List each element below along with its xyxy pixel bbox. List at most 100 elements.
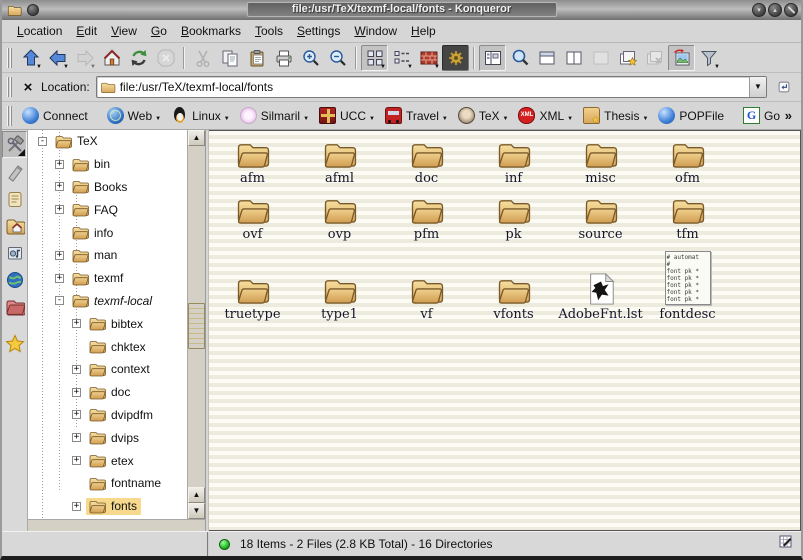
go-button[interactable] xyxy=(771,74,797,100)
tree-item[interactable]: info xyxy=(28,221,187,244)
clear-location-button[interactable]: × xyxy=(17,76,39,98)
scrollbar-track[interactable] xyxy=(188,146,205,487)
split-view-left-right-button[interactable] xyxy=(560,45,587,71)
maximize-button[interactable]: ▴ xyxy=(768,3,782,17)
icon-view-button[interactable]: ▼ xyxy=(361,45,388,71)
tree-expander[interactable]: - xyxy=(38,137,47,146)
sidebar-tab-root-folder[interactable] xyxy=(2,293,27,320)
file-item[interactable]: doc xyxy=(383,139,470,186)
file-item[interactable]: vf xyxy=(383,251,470,322)
tree-expander[interactable]: + xyxy=(72,365,81,374)
tree-item-body[interactable]: TeX xyxy=(52,133,102,150)
tree-item-body[interactable]: info xyxy=(69,224,117,241)
bookmark-item[interactable]: Travel ▼ xyxy=(385,107,448,124)
filter-button[interactable]: ▼ xyxy=(695,45,722,71)
tree-item-body[interactable]: dvips xyxy=(86,429,143,446)
bookmark-item[interactable]: XML ▼ xyxy=(518,107,573,124)
toolbar-grippy[interactable] xyxy=(7,48,14,68)
up-button[interactable]: ▼ xyxy=(17,45,44,71)
scroll-up-button[interactable]: ▲ xyxy=(188,130,205,146)
file-item[interactable]: ovp xyxy=(296,195,383,242)
tree-item-body[interactable]: dvipdfm xyxy=(86,406,157,423)
minimize-button[interactable]: ▾ xyxy=(752,3,766,17)
tree-item[interactable]: - texmf-local xyxy=(28,290,187,313)
bookmark-item[interactable]: Silmaril ▼ xyxy=(240,107,309,124)
menu-item[interactable]: Tools xyxy=(255,24,283,38)
bookmark-item[interactable]: Google ▼ xyxy=(743,107,780,124)
bookmark-item[interactable]: POPFile ▼ xyxy=(658,107,733,124)
sidebar-tab-services[interactable] xyxy=(2,239,27,266)
tree-item-body[interactable]: context xyxy=(86,361,154,378)
file-item[interactable]: inf xyxy=(470,139,557,186)
detail-view-button[interactable]: ▼ xyxy=(388,45,415,71)
file-item[interactable]: afm xyxy=(209,139,296,186)
tree-item[interactable]: + bibtex xyxy=(28,312,187,335)
tree-expander[interactable]: + xyxy=(72,433,81,442)
tree-item[interactable]: + dvipdfm xyxy=(28,404,187,427)
tree-expander[interactable]: - xyxy=(55,296,64,305)
tree-expander[interactable]: + xyxy=(72,388,81,397)
menu-item[interactable]: Help xyxy=(411,24,436,38)
tree-item[interactable]: + etex xyxy=(28,449,187,472)
tree-expander[interactable]: + xyxy=(55,182,64,191)
gear-view-button[interactable] xyxy=(442,45,469,71)
close-button[interactable] xyxy=(784,3,798,17)
location-dropdown-button[interactable]: ▼ xyxy=(749,77,766,97)
file-item[interactable]: pfm xyxy=(383,195,470,242)
cut-button[interactable] xyxy=(189,45,216,71)
tree-item[interactable]: chktex xyxy=(28,335,187,358)
file-item[interactable]: truetype xyxy=(209,251,296,322)
tree-expander[interactable]: + xyxy=(72,502,81,511)
paste-button[interactable] xyxy=(243,45,270,71)
home-button[interactable] xyxy=(98,45,125,71)
file-item[interactable]: ofm xyxy=(644,139,731,186)
toolbar-grippy[interactable] xyxy=(7,77,14,97)
new-tab-button[interactable] xyxy=(614,45,641,71)
sticky-button[interactable] xyxy=(27,4,39,16)
file-item[interactable]: type1 xyxy=(296,251,383,322)
sidebar-tab-eraser[interactable] xyxy=(2,158,27,185)
tree-item-body[interactable]: FAQ xyxy=(69,201,122,218)
bookmark-item[interactable]: Thesis ▼ xyxy=(583,107,648,124)
file-item[interactable]: afml xyxy=(296,139,383,186)
file-item[interactable]: pk xyxy=(470,195,557,242)
menu-item[interactable]: Location xyxy=(17,24,62,38)
titlebar[interactable]: file:/usr/TeX/texmf-local/fonts - Konque… xyxy=(2,0,801,20)
menu-item[interactable]: View xyxy=(111,24,137,38)
tree-scrollbar[interactable]: ▲ ▲ ▼ xyxy=(187,130,205,519)
file-item[interactable]: misc xyxy=(557,139,644,186)
menu-item[interactable]: Bookmarks xyxy=(181,24,241,38)
tree-expander[interactable]: + xyxy=(55,251,64,260)
tree-item-body[interactable]: chktex xyxy=(86,338,150,355)
back-button[interactable]: ▼ xyxy=(44,45,71,71)
tree-item-body[interactable]: bibtex xyxy=(86,315,147,332)
view-indicator-icon[interactable] xyxy=(779,535,793,554)
stop-button[interactable] xyxy=(152,45,179,71)
menu-item[interactable]: Settings xyxy=(297,24,340,38)
menu-item[interactable]: Edit xyxy=(76,24,97,38)
remove-view-button[interactable] xyxy=(587,45,614,71)
tree-item-body[interactable]: Books xyxy=(69,178,131,195)
tree-item-body[interactable]: texmf xyxy=(69,270,127,287)
tree-item[interactable]: - TeX xyxy=(28,130,187,153)
bookmarks-overflow-button[interactable]: » xyxy=(780,108,797,123)
bookmark-item[interactable]: Connect ▼ xyxy=(22,107,97,124)
tree-item[interactable]: + texmf xyxy=(28,267,187,290)
bookmark-item[interactable]: UCC ▼ xyxy=(319,107,375,124)
file-item[interactable]: # automat # font pk * font pk * font pk … xyxy=(644,251,731,322)
split-view-top-bottom-button[interactable] xyxy=(533,45,560,71)
show-navigation-panel-button[interactable] xyxy=(479,45,506,71)
file-item[interactable]: tfm xyxy=(644,195,731,242)
file-item[interactable]: ovf xyxy=(209,195,296,242)
tree-item-body[interactable]: fonts xyxy=(86,498,141,515)
tree-horizontal-scrollbar[interactable] xyxy=(28,519,205,531)
tree-expander[interactable]: + xyxy=(72,410,81,419)
tree-item[interactable]: + context xyxy=(28,358,187,381)
tree-item[interactable]: + man xyxy=(28,244,187,267)
tree-expander[interactable]: + xyxy=(55,274,64,283)
tree-expander[interactable]: + xyxy=(72,319,81,328)
tree-item-body[interactable]: fontname xyxy=(86,475,165,492)
sidebar-tab-bookmarks[interactable] xyxy=(2,330,27,357)
scroll-up-button-2[interactable]: ▲ xyxy=(188,487,205,503)
bookmark-item[interactable]: Linux ▼ xyxy=(171,107,230,124)
